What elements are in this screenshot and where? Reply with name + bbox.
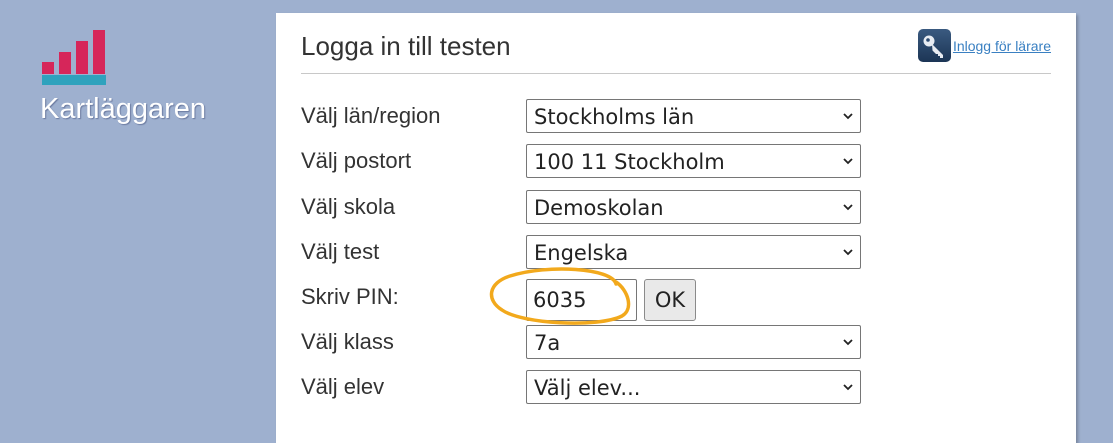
logo-bar [93, 30, 105, 74]
test-row: Välj test Engelska [301, 235, 901, 271]
teacher-login-link[interactable]: Inlogg för lärare [953, 38, 1051, 54]
school-row: Välj skola Demoskolan [301, 190, 901, 226]
postort-select-value: 100 11 Stockholm [534, 150, 725, 174]
chevron-down-icon [843, 204, 853, 211]
postort-select[interactable]: 100 11 Stockholm [526, 144, 861, 178]
logo-bar [42, 62, 54, 74]
chevron-down-icon [843, 384, 853, 391]
logo-bar [76, 41, 88, 74]
class-select[interactable]: 7a [526, 325, 861, 359]
region-select[interactable]: Stockholms län [526, 99, 861, 133]
class-label: Välj klass [301, 329, 394, 354]
chevron-down-icon [843, 339, 853, 346]
student-select[interactable]: Välj elev... [526, 370, 861, 404]
test-label: Välj test [301, 239, 380, 264]
page-title: Logga in till testen [301, 31, 511, 61]
test-select-value: Engelska [534, 241, 629, 265]
chevron-down-icon [843, 113, 853, 120]
login-panel: Logga in till testen Inlogg för lärare V… [276, 13, 1076, 443]
region-label: Välj län/region [301, 103, 441, 128]
student-label: Välj elev [301, 374, 385, 399]
logo-text: Kartläggaren [40, 93, 207, 125]
logo-base [42, 75, 106, 85]
pin-row: Skriv PIN: OK [301, 279, 901, 323]
chevron-down-icon [843, 249, 853, 256]
class-select-value: 7a [534, 331, 561, 355]
student-row: Välj elev Välj elev... [301, 370, 901, 406]
ok-button[interactable]: OK [644, 279, 696, 321]
class-row: Välj klass 7a [301, 325, 901, 361]
test-select[interactable]: Engelska [526, 235, 861, 269]
school-label: Välj skola [301, 194, 396, 219]
student-select-value: Välj elev... [534, 376, 641, 400]
school-select-value: Demoskolan [534, 196, 664, 220]
key-icon[interactable] [917, 29, 951, 62]
chevron-down-icon [843, 158, 853, 165]
postort-label: Välj postort [301, 148, 412, 173]
region-row: Välj län/region Stockholms län [301, 99, 901, 135]
pin-label: Skriv PIN: [301, 284, 399, 309]
pin-input[interactable] [526, 279, 637, 321]
school-select[interactable]: Demoskolan [526, 190, 861, 224]
teacher-login[interactable]: Inlogg för lärare [917, 29, 1051, 62]
panel-header: Logga in till testen Inlogg för lärare [301, 29, 1051, 74]
logo-bar [59, 52, 71, 74]
logo: Kartläggaren [40, 18, 240, 128]
region-select-value: Stockholms län [534, 105, 695, 129]
logo-bars-icon [40, 18, 108, 88]
postort-row: Välj postort 100 11 Stockholm [301, 144, 901, 180]
